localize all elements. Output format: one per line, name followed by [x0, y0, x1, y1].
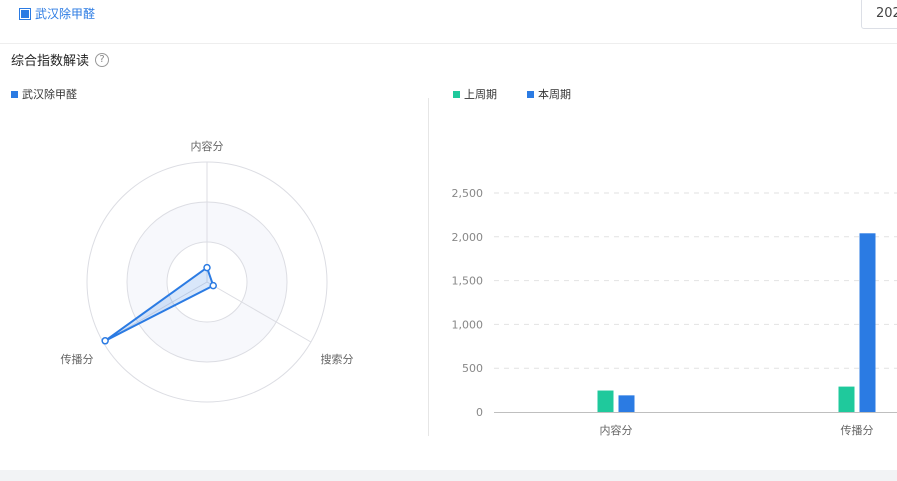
bar-ytick-label: 2,500	[452, 187, 484, 200]
bar-curr	[618, 395, 635, 412]
bar-prev	[838, 386, 855, 412]
bar-ytick-label: 1,000	[452, 318, 484, 331]
bottom-strip	[0, 470, 897, 481]
bar-chart: 0 500 1,000 1,500 2,000 2,500 内容分 传播分	[452, 187, 897, 437]
bar-category-label: 内容分	[600, 423, 633, 437]
bar-ytick-label: 1,500	[452, 275, 484, 288]
bar-ytick-label: 500	[462, 362, 483, 375]
bar-ytick-label: 0	[476, 406, 483, 419]
bar-prev	[597, 390, 614, 412]
bar-curr	[859, 233, 876, 412]
bar-category-label: 传播分	[841, 423, 874, 437]
bar-ytick-label: 2,000	[452, 231, 484, 244]
